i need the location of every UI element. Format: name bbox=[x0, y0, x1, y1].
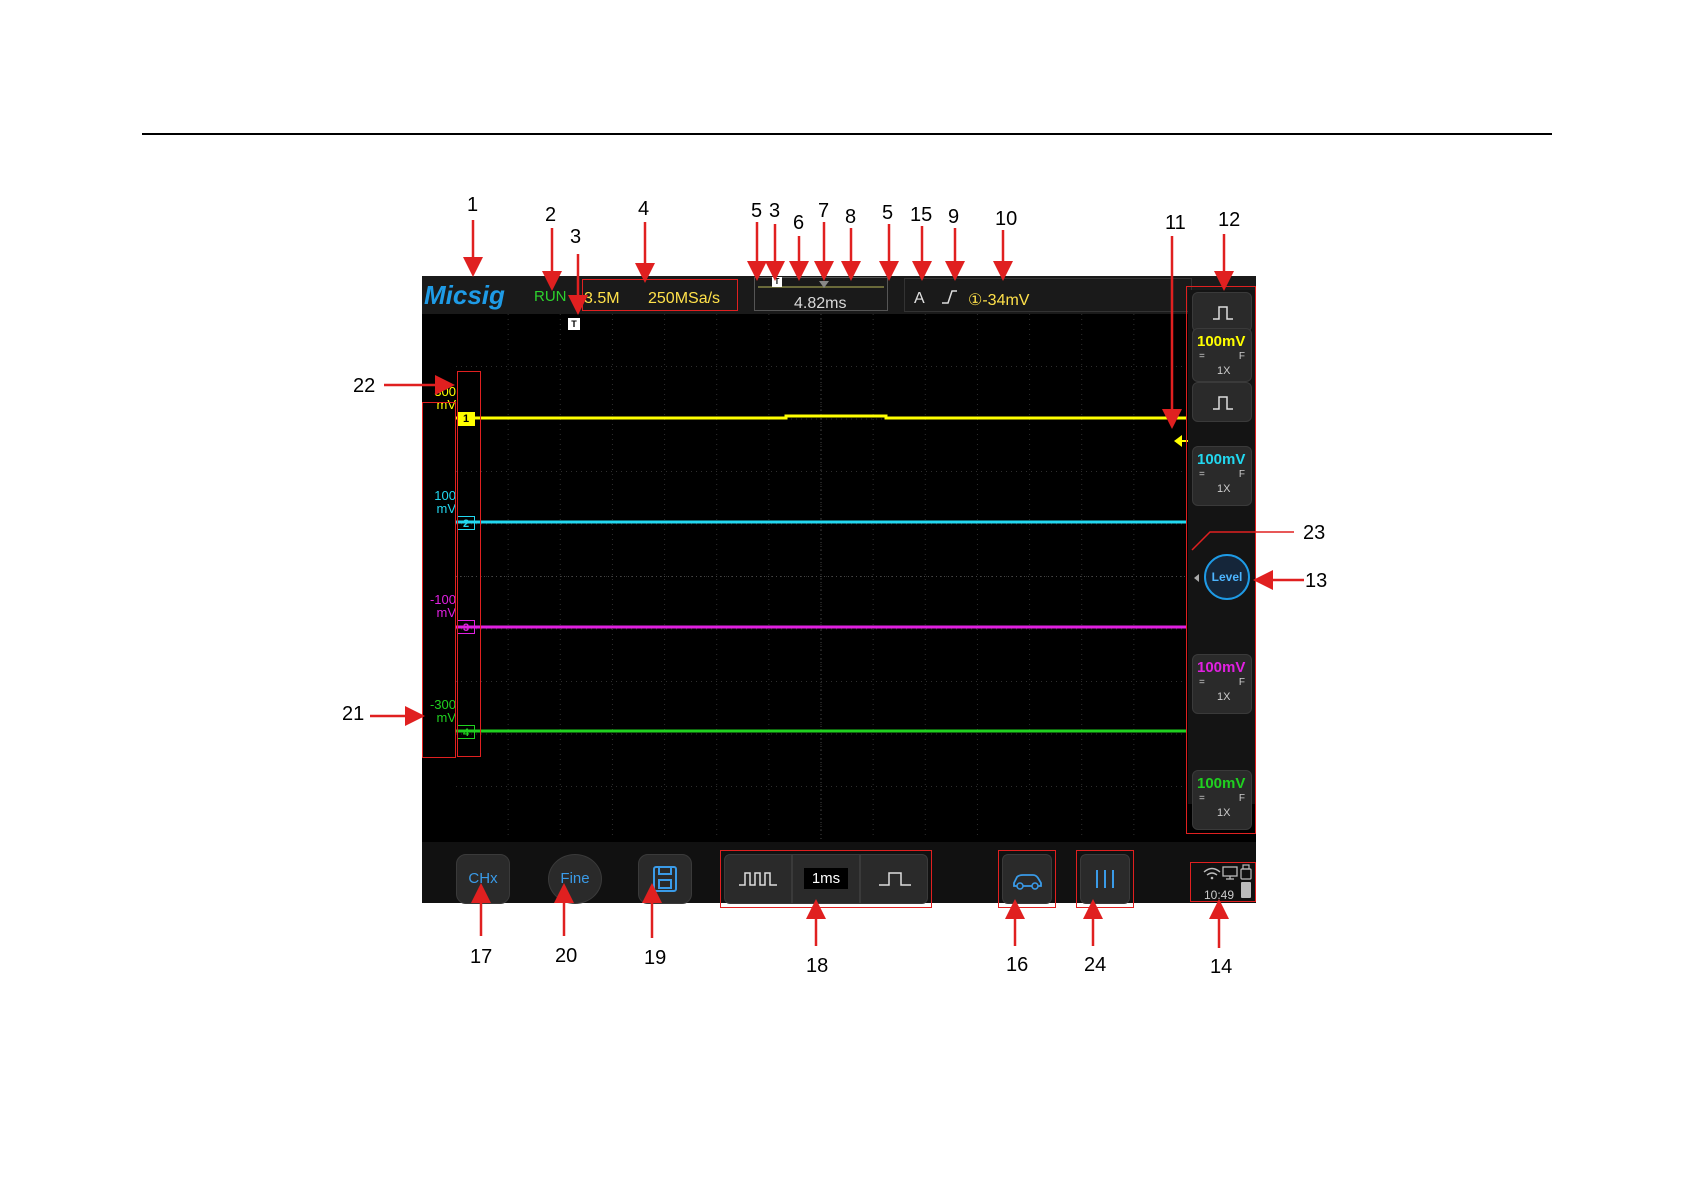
annotation-arrows bbox=[370, 220, 1304, 948]
callout-23-leader bbox=[1191, 531, 1294, 551]
